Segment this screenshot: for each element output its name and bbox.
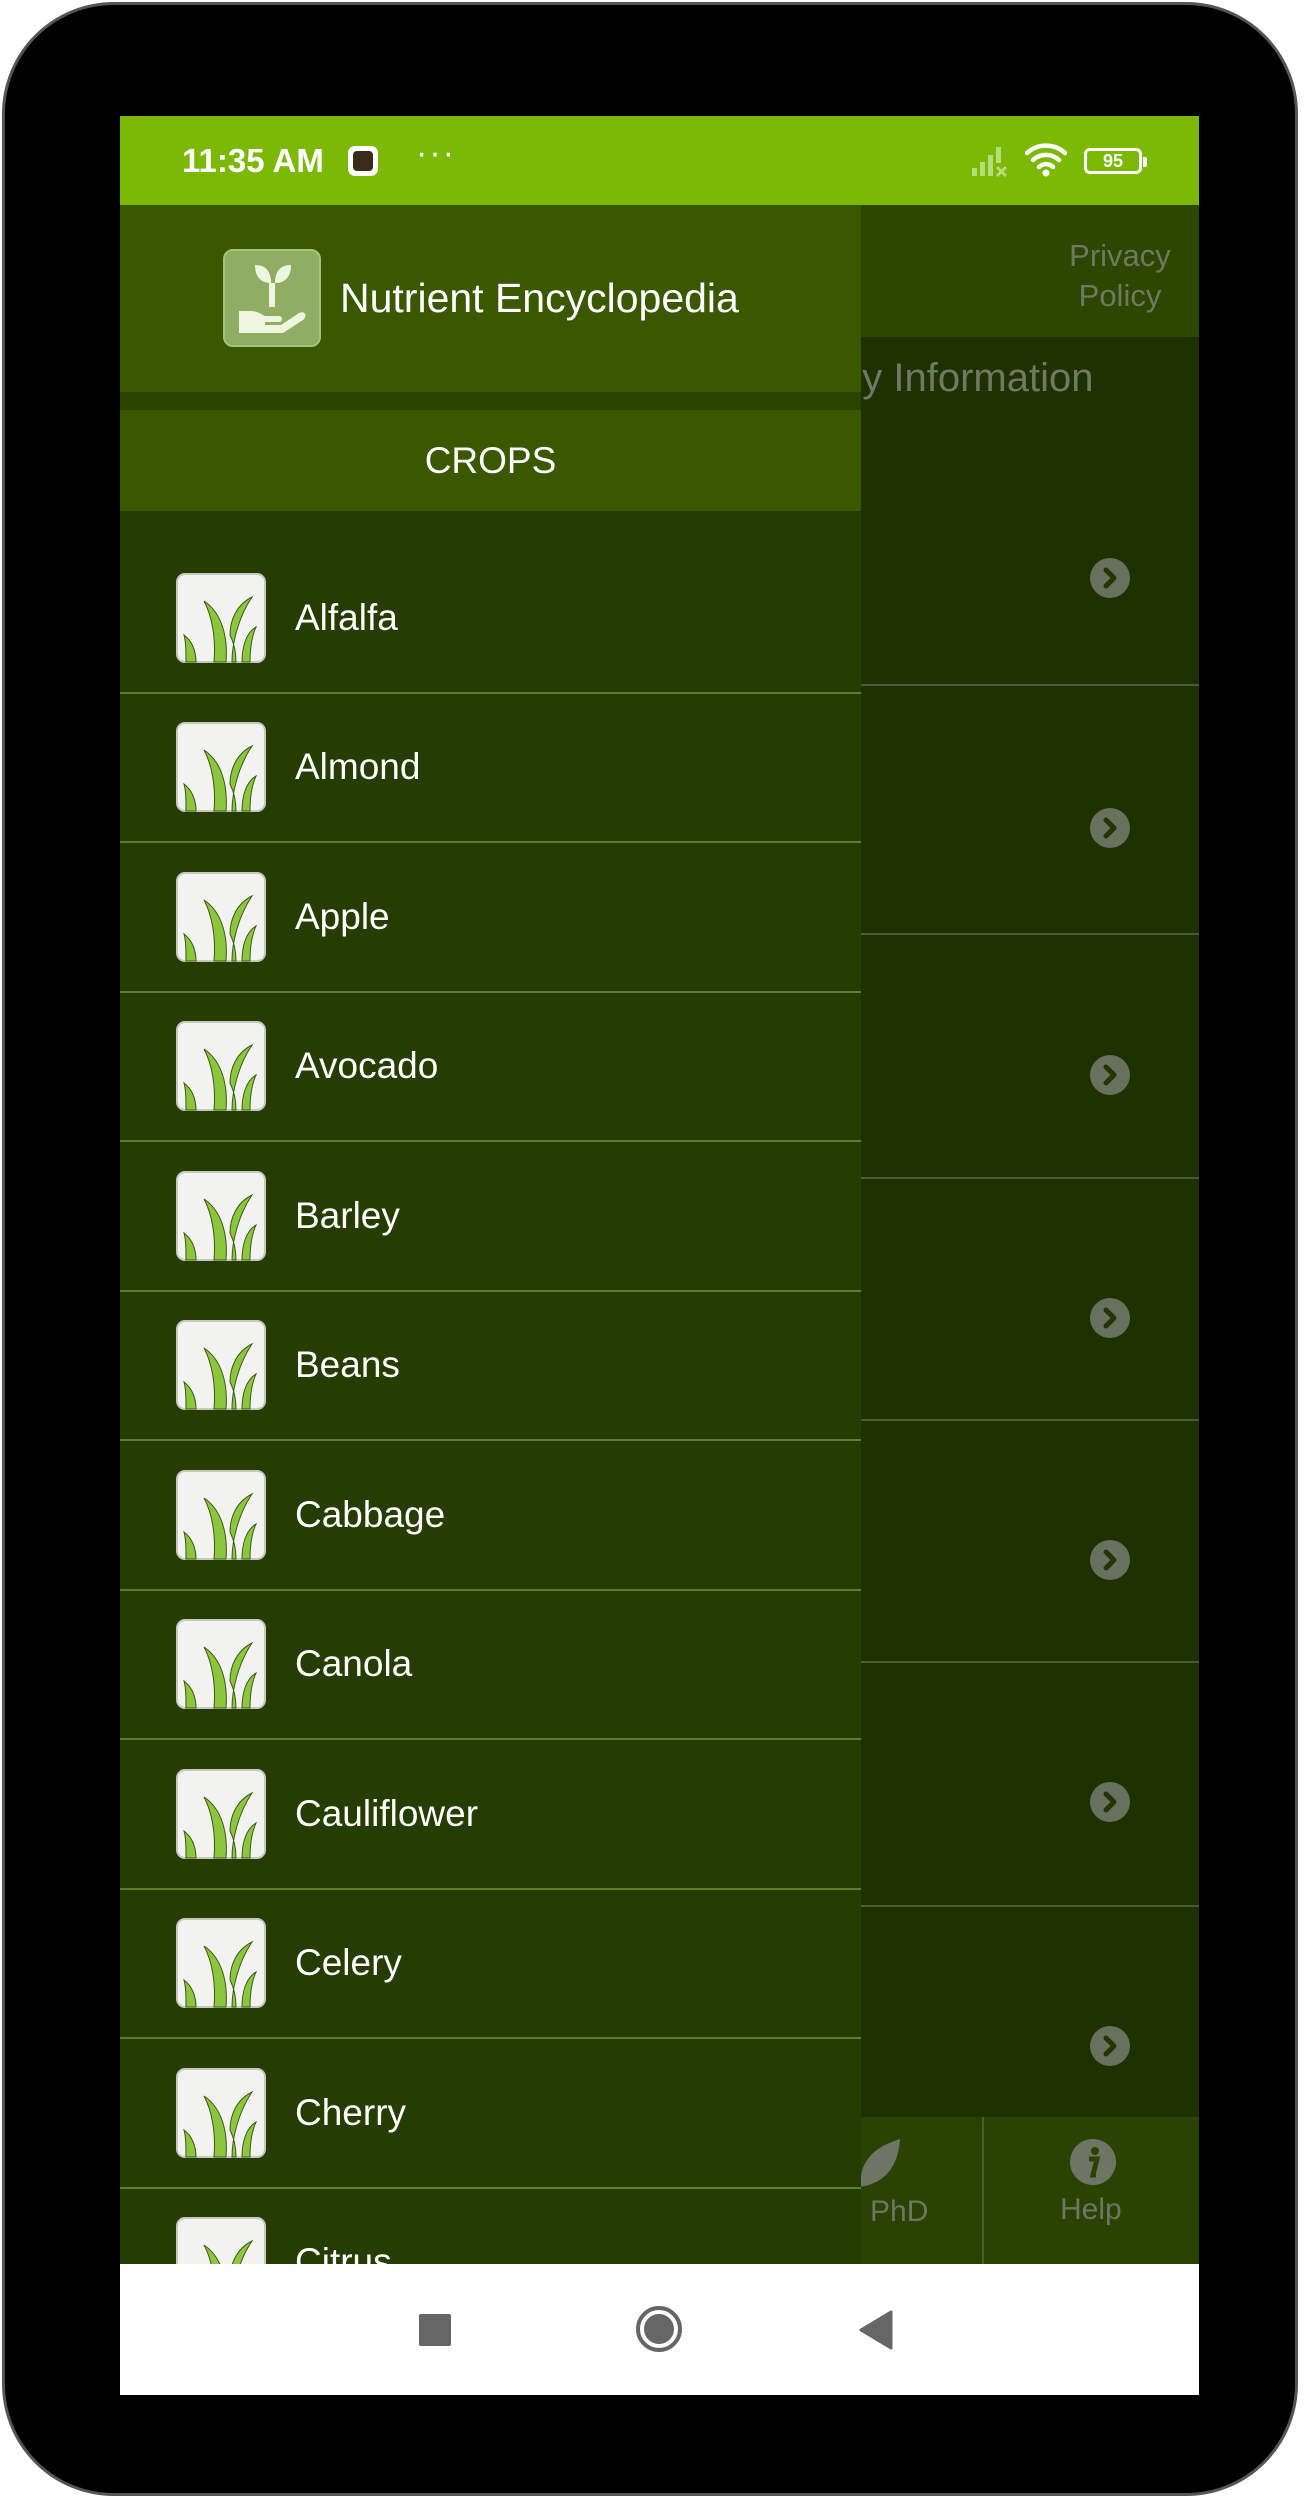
row-divider [860,1905,1199,1907]
tab-divider [982,2117,984,2264]
grass-icon [176,1918,266,2008]
screen: 11:35 AM ··· 95 Privacy Policy ncy Infor… [120,116,1199,2395]
signal-icon [972,147,1008,178]
crops-section-header: CROPS [120,410,861,511]
crop-item-label: Alfalfa [295,597,398,638]
chevron-right-icon[interactable] [1090,1782,1130,1822]
crop-item-cherry[interactable]: Cherry [120,2040,861,2189]
crop-item-label: Barley [295,1194,400,1236]
crop-item-label: Beans [295,1344,400,1385]
grass-icon [176,722,266,812]
grass-icon [176,573,266,663]
grass-icon [176,1170,266,1261]
crop-item-label: Apple [295,895,390,937]
back-button[interactable] [859,2310,893,2350]
crop-item-almond[interactable]: Almond [120,694,861,843]
crop-item-celery[interactable]: Celery [120,1890,861,2039]
grass-icon [176,1619,266,1709]
home-button[interactable] [636,2306,682,2352]
chevron-right-icon[interactable] [1090,1298,1130,1338]
row-divider [860,1177,1199,1179]
grass-icon [176,2217,266,2264]
grass-icon [176,1469,266,1560]
crop-item-citrus[interactable]: Citrus [120,2189,861,2264]
crop-item-label: Celery [295,1942,402,1983]
wifi-icon [1025,143,1067,177]
crop-item-label: Cabbage [295,1493,446,1535]
row-divider [860,684,1199,686]
crop-item-cabbage[interactable]: Cabbage [120,1442,861,1591]
row-divider [860,933,1199,935]
app-title: Nutrient Encyclopedia [340,275,739,321]
privacy-policy-link[interactable]: Privacy Policy [1060,236,1180,316]
crop-item-label: Canola [295,1643,413,1684]
crop-item-label: Almond [295,746,421,787]
tab-phd[interactable]: PhD [870,2195,928,2229]
chevron-right-icon[interactable] [1090,558,1130,598]
phone-frame: 11:35 AM ··· 95 Privacy Policy ncy Infor… [2,2,1298,2496]
grass-icon [176,1768,266,1859]
crop-item-label: Avocado [295,1045,439,1086]
info-icon [1070,2139,1116,2185]
leaf-icon [860,2139,900,2187]
row-divider [860,1419,1199,1421]
chevron-right-icon[interactable] [1090,808,1130,848]
grass-icon [176,871,266,962]
recents-button[interactable] [419,2314,451,2346]
tab-help[interactable]: Help [1060,2193,1122,2227]
header-shadow [120,392,861,410]
chevron-right-icon[interactable] [1090,2026,1130,2066]
app-notification-icon [348,146,378,176]
section-title: ncy Information [820,356,1094,400]
chevron-right-icon[interactable] [1090,1055,1130,1095]
crop-item-apple[interactable]: Apple [120,844,861,993]
drawer-header: Nutrient Encyclopedia [120,205,861,392]
crop-item-canola[interactable]: Canola [120,1591,861,1740]
battery-icon: 95 [1084,148,1147,174]
crop-item-label: Citrus [295,2241,392,2264]
crop-item-label: Cherry [295,2091,407,2133]
grass-icon [176,1320,266,1410]
grass-icon [176,2067,266,2158]
crop-item-barley[interactable]: Barley [120,1143,861,1292]
battery-level: 95 [1090,152,1136,170]
more-notifications-icon: ··· [416,134,456,172]
crop-item-avocado[interactable]: Avocado [120,993,861,1142]
crop-item-beans[interactable]: Beans [120,1292,861,1441]
row-divider [860,1661,1199,1663]
sprout-hand-icon [239,265,306,333]
grass-icon [176,1021,266,1111]
navigation-drawer: Nutrient Encyclopedia CROPS Alfalfa Almon… [120,205,861,2264]
crop-item-label: Cauliflower [295,1792,479,1834]
status-time: 11:35 AM [182,142,324,179]
chevron-right-icon[interactable] [1090,1540,1130,1580]
crop-item-cauliflower[interactable]: Cauliflower [120,1741,861,1890]
app-logo [223,249,321,347]
system-navigation-bar [120,2264,1199,2395]
crop-item-alfalfa[interactable]: Alfalfa [120,511,861,694]
status-bar: 11:35 AM ··· 95 [120,116,1199,205]
